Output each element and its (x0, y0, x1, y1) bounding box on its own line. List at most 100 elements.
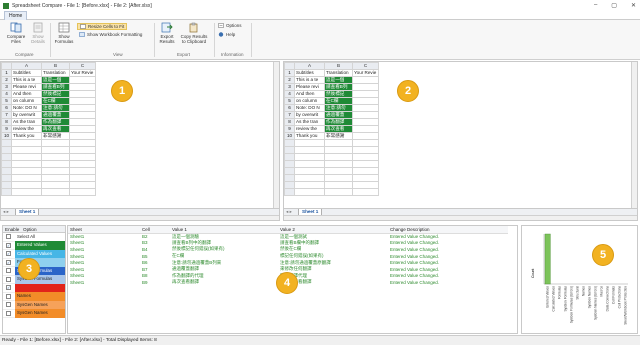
option-label[interactable]: Calculated Values (15, 249, 65, 258)
row-header[interactable]: 5 (1, 97, 12, 105)
grid-cell[interactable] (11, 153, 42, 161)
row-header[interactable]: 1 (1, 69, 12, 77)
compare-files-button[interactable]: Compare Files (6, 22, 26, 44)
option-checkbox[interactable] (6, 276, 11, 282)
grid-cell[interactable] (324, 160, 353, 168)
option-checkbox[interactable] (6, 293, 11, 299)
value2-column-header[interactable]: Value 2 (278, 226, 388, 234)
before-sheet-pane[interactable]: A B C 1 Subtitles Translation Your Revie 2 This … (0, 61, 280, 221)
grid-cell[interactable] (352, 160, 379, 168)
horizontal-scrollbar[interactable] (1, 215, 279, 220)
grid-cell[interactable]: 再次查看 (324, 125, 353, 133)
change-column-header[interactable]: Change Description (388, 226, 508, 234)
row-header[interactable] (284, 139, 295, 147)
row-header[interactable]: 6 (284, 104, 295, 112)
grid-cell[interactable] (294, 181, 325, 189)
row-header[interactable]: 3 (284, 83, 295, 91)
option-label[interactable]: Select All (15, 232, 65, 241)
option-label[interactable]: SysGen Names (15, 309, 65, 318)
grid-cell[interactable]: Thank you (294, 132, 325, 140)
grid-cell[interactable]: 作為翻譯 (41, 118, 70, 126)
grid-cell[interactable]: 通過覆蓋 (324, 111, 353, 119)
grid-cell[interactable] (352, 83, 379, 91)
grid-cell[interactable]: 注意:請勿 (41, 104, 70, 112)
grid-cell[interactable] (352, 146, 379, 154)
grid-cell[interactable] (294, 146, 325, 154)
chart-bar[interactable] (544, 233, 551, 285)
row-header[interactable]: 8 (284, 118, 295, 126)
row-header[interactable]: 5 (284, 97, 295, 105)
grid-cell[interactable]: on column (11, 97, 42, 105)
grid-cell[interactable]: review the (294, 125, 325, 133)
grid-cell[interactable] (69, 118, 96, 126)
result-row[interactable]: Sheet1 B2 這是一個測驗 這是一個測試 Entered Value Change… (68, 233, 508, 240)
grid-cell[interactable] (69, 153, 96, 161)
grid-cell[interactable] (69, 83, 96, 91)
row-header[interactable] (1, 160, 12, 168)
grid-cell[interactable] (352, 111, 379, 119)
horizontal-scrollbar[interactable] (284, 215, 637, 220)
row-header[interactable]: 8 (1, 118, 12, 126)
option-checkbox[interactable]: ✓ (6, 259, 11, 265)
grid-cell[interactable]: This is a te (294, 76, 325, 84)
option-checkbox[interactable] (6, 268, 11, 274)
row-header[interactable] (284, 160, 295, 168)
after-grid[interactable]: A B C 1 Subtitles Translation Your Revie 2 This … (284, 62, 379, 196)
option-checkbox[interactable]: ✓ (6, 251, 11, 257)
before-grid[interactable]: A B C 1 Subtitles Translation Your Revie 2 This … (1, 62, 96, 196)
grid-cell[interactable]: As the tran (294, 118, 325, 126)
grid-cell[interactable]: 非常感謝 (41, 132, 70, 140)
grid-cell[interactable] (352, 181, 379, 189)
row-header[interactable] (284, 167, 295, 175)
row-header[interactable] (1, 181, 12, 189)
copy-results-button[interactable]: Copy Results to Clipboard (179, 22, 209, 44)
show-formulas-button[interactable]: Show Formulas (53, 22, 75, 44)
option-checkbox[interactable]: ✓ (6, 285, 11, 291)
option-checkbox[interactable] (6, 234, 11, 240)
column-header[interactable]: A (294, 62, 325, 70)
grid-cell[interactable] (69, 174, 96, 182)
grid-cell[interactable]: Note: DO N (294, 104, 325, 112)
grid-cell[interactable]: 在C欄 (41, 97, 70, 105)
row-header[interactable]: 10 (284, 132, 295, 140)
corner-cell[interactable] (284, 62, 295, 70)
row-header[interactable]: 2 (1, 76, 12, 84)
after-sheet-pane[interactable]: A B C 1 Subtitles Translation Your Revie 2 This … (283, 61, 638, 221)
grid-cell[interactable] (324, 146, 353, 154)
vertical-scrollbar[interactable] (273, 62, 279, 208)
grid-cell[interactable] (11, 139, 42, 147)
vertical-scrollbar[interactable] (631, 62, 637, 208)
grid-cell[interactable] (352, 97, 379, 105)
grid-cell[interactable] (294, 160, 325, 168)
row-header[interactable] (1, 139, 12, 147)
show-details-button[interactable]: Show Details (28, 22, 48, 44)
row-header[interactable] (1, 174, 12, 182)
grid-cell[interactable] (352, 139, 379, 147)
grid-cell[interactable] (324, 139, 353, 147)
grid-cell[interactable] (294, 153, 325, 161)
grid-cell[interactable] (324, 188, 353, 196)
grid-cell[interactable] (69, 132, 96, 140)
grid-cell[interactable]: 這是一個 (41, 76, 70, 84)
grid-cell[interactable]: Please revi (294, 83, 325, 91)
grid-cell[interactable] (11, 160, 42, 168)
option-label[interactable]: SysGen Names (15, 300, 65, 309)
row-header[interactable]: 9 (1, 125, 12, 133)
grid-cell[interactable]: 請查看B列 (41, 83, 70, 91)
grid-cell[interactable]: Translation (324, 69, 353, 77)
corner-cell[interactable] (1, 62, 12, 70)
result-row[interactable]: Sheet1 B5 在C欄 標記任何錯誤(如果有) Entered Value Chan… (68, 253, 508, 260)
row-header[interactable]: 6 (1, 104, 12, 112)
row-header[interactable] (284, 181, 295, 189)
grid-cell[interactable] (69, 167, 96, 175)
grid-cell[interactable] (324, 167, 353, 175)
result-row[interactable]: Sheet1 B6 注意:請勿通過覆蓋B列來 注意:請勿通過覆蓋原翻譯 Entered … (68, 259, 508, 266)
grid-cell[interactable]: Translation (41, 69, 70, 77)
grid-cell[interactable]: 非常感謝 (324, 132, 353, 140)
grid-cell[interactable] (41, 146, 70, 154)
grid-cell[interactable]: review the (11, 125, 42, 133)
grid-cell[interactable] (11, 146, 42, 154)
grid-cell[interactable] (294, 188, 325, 196)
grid-cell[interactable] (352, 118, 379, 126)
grid-cell[interactable] (69, 160, 96, 168)
